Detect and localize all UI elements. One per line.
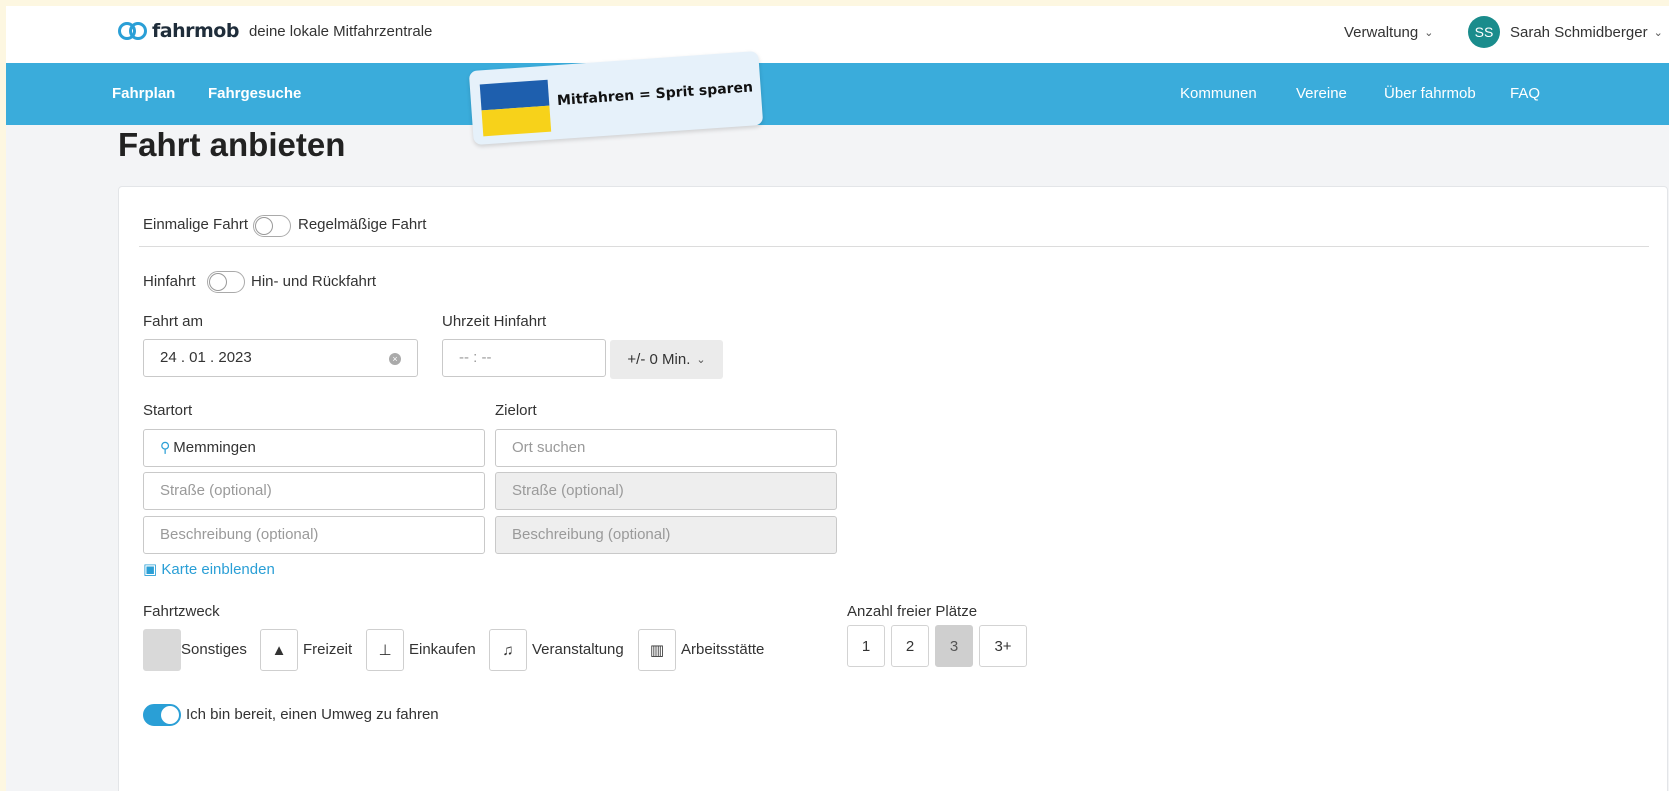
start-description-placeholder: Beschreibung (optional) — [160, 526, 319, 543]
detour-toggle[interactable] — [143, 704, 181, 726]
start-label: Startort — [143, 402, 193, 419]
direction-toggle[interactable] — [207, 271, 245, 293]
direction-oneway-label: Hinfahrt — [143, 273, 196, 290]
user-name: Sarah Schmidberger — [1510, 23, 1648, 41]
divider — [139, 246, 1649, 247]
nav-kommunen[interactable]: Kommunen — [1180, 85, 1257, 102]
destination-street-placeholder: Straße (optional) — [512, 482, 624, 499]
show-map-label: Karte einblenden — [161, 561, 275, 578]
start-description-input[interactable]: Beschreibung (optional) — [143, 516, 485, 554]
music-icon: ♫ — [502, 641, 514, 659]
map-icon: ▣ — [143, 561, 158, 578]
time-tolerance-dropdown[interactable]: +/- 0 Min. ⌄ — [610, 340, 723, 379]
time-value: -- : -- — [459, 349, 492, 366]
time-label: Uhrzeit Hinfahrt — [442, 313, 547, 330]
seats-label: Anzahl freier Plätze — [847, 603, 978, 620]
chevron-down-icon: ⌄ — [696, 354, 706, 366]
trip-type-regular-label: Regelmäßige Fahrt — [298, 216, 427, 233]
direction-roundtrip-label: Hin- und Rückfahrt — [251, 273, 377, 290]
date-input[interactable]: 24 . 01 . 2023 × — [143, 339, 418, 377]
trip-type-once-label: Einmalige Fahrt — [143, 216, 249, 233]
chevron-down-icon: ⌄ — [1424, 27, 1434, 39]
start-location-input[interactable]: ⚲ Memmingen — [143, 429, 485, 467]
page-title: Fahrt anbieten — [118, 126, 346, 163]
mountain-icon: ▲ — [271, 641, 287, 659]
factory-icon: ▥ — [649, 642, 665, 659]
logo-text: fahrmob — [152, 20, 239, 42]
destination-description-placeholder: Beschreibung (optional) — [512, 526, 671, 543]
seat-option-2[interactable]: 2 — [891, 625, 929, 667]
purpose-leisure-button[interactable]: ▲ — [260, 629, 298, 671]
purpose-label: Fahrtzweck — [143, 603, 220, 620]
show-map-link[interactable]: ▣ Karte einblenden — [143, 560, 275, 578]
admin-menu-label: Verwaltung — [1344, 24, 1419, 41]
avatar: SS — [1468, 16, 1500, 48]
nav-faq[interactable]: FAQ — [1510, 85, 1540, 102]
purpose-work-button[interactable]: ▥ — [638, 629, 676, 671]
nav-fahrplan[interactable]: Fahrplan — [112, 85, 175, 102]
logo-icon — [118, 20, 148, 42]
detour-label: Ich bin bereit, einen Umweg zu fahren — [186, 706, 439, 723]
seat-option-3[interactable]: 3 — [935, 625, 973, 667]
cart-icon: ⊥ — [378, 642, 392, 659]
seat-option-3plus[interactable]: 3+ — [979, 625, 1027, 667]
page: fahrmob deine lokale Mitfahrzentrale Ver… — [6, 6, 1669, 791]
purpose-shopping-button[interactable]: ⊥ — [366, 629, 404, 671]
nav-ueber-fahrmob[interactable]: Über fahrmob — [1384, 85, 1476, 102]
user-menu[interactable]: SS Sarah Schmidberger ⌄ — [1468, 16, 1663, 48]
purpose-event-button[interactable]: ♫ — [489, 629, 527, 671]
date-value: 24 . 01 . 2023 — [160, 349, 252, 366]
chevron-down-icon: ⌄ — [1653, 26, 1663, 39]
main-nav: Fahrplan Fahrgesuche Kommunen Vereine Üb… — [6, 63, 1669, 125]
destination-description-input: Beschreibung (optional) — [495, 516, 837, 554]
top-header: fahrmob deine lokale Mitfahrzentrale Ver… — [6, 6, 1669, 63]
logo[interactable]: fahrmob deine lokale Mitfahrzentrale — [118, 20, 432, 42]
seat-option-1[interactable]: 1 — [847, 625, 885, 667]
map-pin-icon: ⚲ — [160, 439, 171, 455]
admin-menu[interactable]: Verwaltung ⌄ — [1344, 24, 1433, 41]
purpose-other-label: Sonstiges — [181, 641, 247, 658]
purpose-leisure-label: Freizeit — [303, 641, 353, 658]
purpose-work-label: Arbeitsstätte — [681, 641, 765, 658]
ride-offer-form: Einmalige Fahrt Regelmäßige Fahrt Hinfah… — [118, 186, 1668, 791]
nav-fahrgesuche[interactable]: Fahrgesuche — [208, 85, 301, 102]
purpose-event-label: Veranstaltung — [532, 641, 624, 658]
time-input[interactable]: -- : -- — [442, 339, 606, 377]
nav-vereine[interactable]: Vereine — [1296, 85, 1347, 102]
destination-input[interactable]: Ort suchen — [495, 429, 837, 467]
tolerance-label: +/- 0 Min. — [627, 351, 691, 368]
date-label: Fahrt am — [143, 313, 204, 330]
banner-text: Mitfahren = Sprit sparen — [556, 79, 754, 110]
destination-label: Zielort — [495, 402, 537, 419]
destination-placeholder: Ort suchen — [512, 439, 586, 456]
purpose-other-button[interactable] — [143, 629, 181, 671]
start-street-input[interactable]: Straße (optional) — [143, 472, 485, 510]
trip-type-toggle[interactable] — [253, 215, 291, 237]
start-street-placeholder: Straße (optional) — [160, 482, 272, 499]
clear-icon[interactable]: × — [389, 353, 401, 365]
logo-tagline: deine lokale Mitfahrzentrale — [248, 22, 433, 40]
ukraine-flag-icon — [479, 79, 552, 137]
destination-street-input: Straße (optional) — [495, 472, 837, 510]
start-location-value: Memmingen — [173, 439, 256, 456]
purpose-shopping-label: Einkaufen — [409, 641, 476, 658]
